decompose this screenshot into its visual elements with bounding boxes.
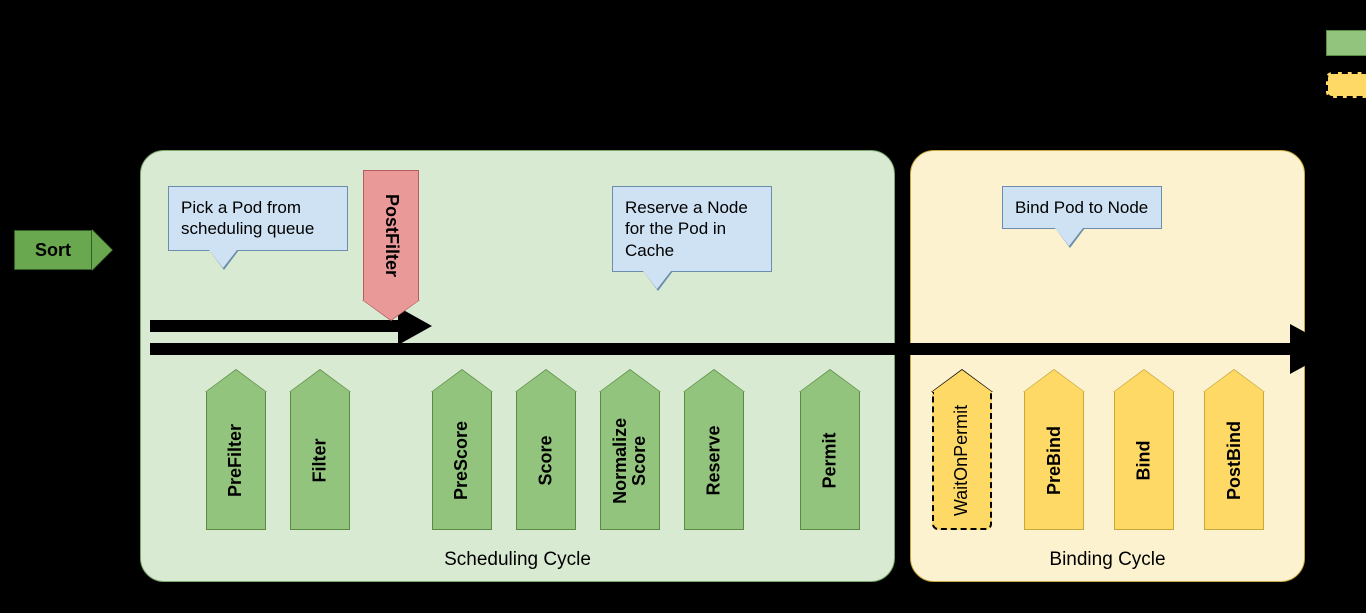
- permit-label: Permit: [820, 432, 841, 488]
- callout-pick-pod: Pick a Pod from scheduling queue: [168, 186, 348, 251]
- pipeline-arrow-head-icon: [1290, 324, 1336, 374]
- callout-bind-pod-text: Bind Pod to Node: [1015, 198, 1148, 217]
- sort-label: Sort: [35, 240, 71, 261]
- bind-label: Bind: [1134, 441, 1155, 481]
- pipeline-arrow-icon: [150, 343, 1310, 355]
- callout-reserve-node-text: Reserve a Node for the Pod in Cache: [625, 198, 748, 260]
- prefilter-label: PreFilter: [226, 424, 247, 497]
- callout-bind-pod: Bind Pod to Node: [1002, 186, 1162, 229]
- filter-label: Filter: [309, 438, 330, 482]
- diagram-canvas: Extensible Internal API Scheduling Cycle…: [0, 0, 1366, 613]
- prebind-label: PreBind: [1044, 426, 1065, 495]
- normalize-score-label: Normalize Score: [611, 417, 649, 503]
- postbind-label: PostBind: [1224, 421, 1245, 500]
- postfilter-stage: PostFilter: [363, 170, 419, 330]
- queue-pop-arrow-icon: [150, 320, 398, 332]
- normalize-score-l1: Normalize: [610, 417, 630, 503]
- prescore-label: PreScore: [452, 421, 473, 500]
- sort-stage: Sort: [14, 230, 114, 270]
- score-label: Score: [536, 435, 557, 485]
- callout-pick-pod-text: Pick a Pod from scheduling queue: [181, 198, 314, 238]
- normalize-score-l2: Score: [629, 435, 649, 485]
- legend-extensible-icon: [1326, 30, 1366, 56]
- postfilter-label: PostFilter: [381, 194, 402, 277]
- binding-cycle-title: Binding Cycle: [911, 549, 1304, 571]
- legend-internal-icon: [1326, 72, 1366, 98]
- callout-reserve-node: Reserve a Node for the Pod in Cache: [612, 186, 772, 272]
- wait-on-permit-label: WaitOnPermit: [952, 404, 973, 515]
- scheduling-cycle-title: Scheduling Cycle: [141, 549, 894, 571]
- reserve-label: Reserve: [704, 425, 725, 495]
